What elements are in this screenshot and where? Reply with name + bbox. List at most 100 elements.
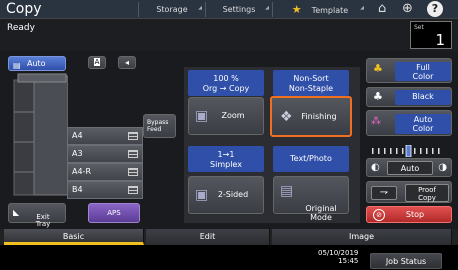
density-slider[interactable] (370, 142, 450, 158)
tab-template[interactable]: ★ Template ◢ (274, 2, 366, 17)
date-text: 05/10/2019 (318, 249, 359, 257)
tab-storage[interactable]: Storage ◢ (140, 2, 204, 17)
copier-graphic (13, 73, 69, 196)
tab-edit-label: Edit (199, 232, 216, 241)
zoom-status: 100 % Org → Copy (188, 70, 264, 96)
tab-edit[interactable]: Edit (146, 229, 270, 245)
finishing-status: Non-Sort Non-Staple (273, 70, 349, 96)
exit-tray-button[interactable]: ◣ Exit Tray (8, 203, 66, 228)
auto-label: Auto (27, 59, 46, 68)
tab-basic-label: Basic (62, 232, 85, 241)
corner-triangle-icon: ◢ (198, 5, 202, 11)
tray-a4r[interactable]: A4-R (67, 163, 143, 181)
lighter-icon[interactable]: ◐ (371, 159, 380, 176)
tray-level-icon (128, 150, 138, 158)
black-button[interactable]: ♣ Black (366, 87, 452, 107)
auto-color-icon: ⁂ (371, 116, 381, 127)
tray-level-icon (128, 132, 138, 140)
tray-b4[interactable]: B4 (67, 181, 143, 199)
two-sided-icon: ▣ (195, 187, 209, 203)
tab-image-label: Image (348, 232, 375, 241)
tray-label: B4 (72, 185, 83, 194)
original-orientation-rotate-button[interactable]: ◂ (118, 56, 136, 69)
finishing-button[interactable]: ❖ Finishing (270, 96, 352, 137)
original-mode-button[interactable]: ▤ Original Mode (273, 176, 349, 222)
divider (205, 2, 206, 17)
tab-template-label: Template (311, 6, 349, 15)
tab-storage-label: Storage (156, 5, 188, 14)
interrupt-icon[interactable]: ⇁ (371, 186, 397, 200)
tab-settings[interactable]: Settings ◢ (207, 2, 271, 17)
black-label: Black (395, 90, 451, 105)
auto-paper-button[interactable]: ▤ Auto (8, 56, 66, 71)
zoom-icon: ▣ (195, 108, 209, 124)
stop-label: Stop (405, 210, 425, 219)
copy-count: 1 (435, 31, 445, 49)
tray-icon: ◣ (13, 208, 20, 217)
job-status-label: Job Status (385, 257, 427, 266)
original-mode-icon: ▤ (280, 183, 294, 199)
finishing-icon: ❖ (280, 109, 293, 125)
density-scale-graphic (372, 144, 440, 158)
darker-icon[interactable]: ◑ (438, 159, 447, 176)
paper-icon: ▤ (13, 61, 21, 70)
zoom-button[interactable]: ▣ Zoom (188, 97, 264, 135)
two-sided-button[interactable]: ▣ 2-Sided (188, 176, 264, 214)
full-color-label: Full Color (395, 62, 451, 81)
home-icon[interactable]: ⌂ (378, 1, 386, 16)
original-orientation-a-button[interactable]: A (88, 56, 106, 69)
corner-triangle-icon: ◢ (265, 5, 269, 11)
auto-color-button[interactable]: ⁂ Auto Color (366, 110, 452, 136)
status-row: Ready (0, 19, 458, 51)
two-sided-label: 2-Sided (217, 190, 249, 199)
proof-copy-button[interactable]: Proof Copy (405, 184, 449, 202)
tray-label: A3 (72, 149, 83, 158)
tab-basic[interactable]: Basic (4, 229, 144, 245)
set-label: Set (414, 24, 424, 31)
datetime: 05/10/2019 15:45 (318, 249, 358, 265)
tray-label: A4-R (72, 167, 92, 176)
bypass-feed-label: Bypass Feed (147, 119, 169, 133)
rotate-icon: ◂ (124, 58, 129, 67)
help-icon[interactable]: ? (427, 1, 443, 17)
auto-color-label: Auto Color (395, 114, 451, 134)
tray-a4[interactable]: A4 (67, 127, 143, 145)
stop-icon: ⊘ (373, 209, 385, 221)
bypass-feed-button[interactable]: Bypass Feed (143, 114, 176, 138)
density-control: ◐ Auto ◑ (366, 158, 452, 177)
proof-copy-row: ⇁ Proof Copy (366, 181, 452, 203)
machine-illustration (8, 72, 69, 200)
full-color-button[interactable]: ♣ Full Color (366, 58, 452, 83)
status-text: Ready (7, 23, 35, 33)
finishing-label: Finishing (301, 112, 337, 121)
star-icon: ★ (291, 3, 302, 16)
tray-level-icon (128, 186, 138, 194)
tab-settings-label: Settings (222, 5, 256, 14)
letter-a-icon: A (93, 58, 101, 66)
copy-count-box: Set 1 (410, 21, 452, 49)
job-status-button[interactable]: Job Status (370, 253, 442, 269)
black-drop-icon: ♣ (373, 90, 383, 103)
globe-icon[interactable]: ⊕ (402, 1, 413, 16)
zoom-label: Zoom (221, 111, 245, 120)
original-mode-status: Text/Photo (273, 146, 349, 172)
time-text: 15:45 (338, 257, 359, 265)
exit-tray-label: Exit Tray (35, 213, 51, 228)
aps-button[interactable]: APS (88, 203, 140, 223)
color-drops-icon: ♣ (373, 62, 383, 75)
tray-a3[interactable]: A3 (67, 145, 143, 163)
app-title: Copy (6, 1, 42, 17)
duplex-status: 1→1 Simplex (188, 146, 264, 172)
aps-label: APS (107, 209, 121, 217)
tray-level-icon (128, 168, 138, 176)
function-tabs: Basic Edit Image (0, 229, 458, 245)
top-bar: Copy Storage ◢ Settings ◢ ★ Template ◢ ⌂ ⊕ ? (0, 0, 458, 19)
divider (138, 2, 139, 17)
corner-triangle-icon: ◢ (360, 5, 364, 11)
tab-image[interactable]: Image (272, 229, 452, 245)
original-mode-label: Original Mode (305, 204, 337, 222)
divider (272, 2, 273, 17)
tray-label: A4 (72, 131, 83, 140)
stop-button[interactable]: ⊘ Stop (366, 206, 452, 223)
density-auto-button[interactable]: Auto (387, 161, 433, 175)
